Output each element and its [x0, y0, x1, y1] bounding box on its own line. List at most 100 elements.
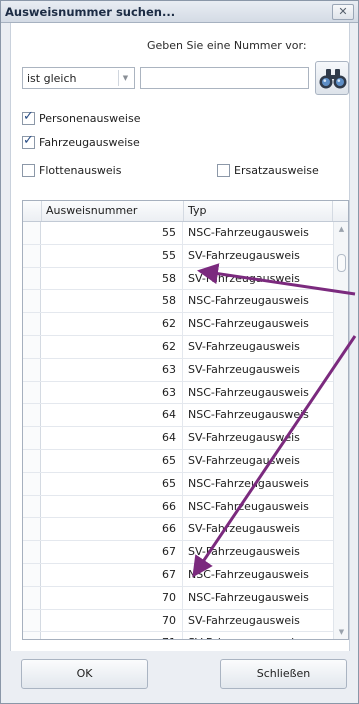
row-indicator[interactable] [23, 404, 41, 427]
table-row[interactable]: 55 SV-Fahrzeugausweis [23, 244, 333, 268]
row-indicator[interactable] [23, 222, 41, 244]
cell-typ[interactable]: SV-Fahrzeugausweis [184, 632, 333, 639]
personenausweise-checkbox[interactable]: Personenausweise [22, 109, 141, 126]
cell-typ[interactable]: NSC-Fahrzeugausweis [184, 404, 333, 426]
cell-typ[interactable]: NSC-Fahrzeugausweis [184, 496, 333, 518]
table-row[interactable]: 58 NSC-Fahrzeugausweis [23, 290, 333, 314]
cell-ausweisnummer[interactable]: 67 [42, 563, 183, 586]
cell-ausweisnummer[interactable]: 58 [42, 267, 183, 290]
cell-typ[interactable]: NSC-Fahrzeugausweis [184, 587, 333, 609]
row-indicator[interactable] [23, 495, 41, 518]
cell-typ[interactable]: SV-Fahrzeugausweis [184, 359, 333, 381]
table-row[interactable]: 65 SV-Fahrzeugausweis [23, 449, 333, 473]
number-input[interactable] [140, 67, 309, 89]
table-row[interactable]: 65 NSC-Fahrzeugausweis [23, 472, 333, 496]
row-indicator[interactable] [23, 381, 41, 404]
row-indicator[interactable] [23, 449, 41, 472]
row-indicator-header [23, 201, 42, 221]
cell-typ[interactable]: SV-Fahrzeugausweis [184, 541, 333, 563]
table-row[interactable]: 70 SV-Fahrzeugausweis [23, 609, 333, 633]
cell-ausweisnummer[interactable]: 71 [42, 632, 183, 639]
table-row[interactable]: 67 SV-Fahrzeugausweis [23, 541, 333, 564]
row-indicator[interactable] [23, 632, 41, 639]
cell-ausweisnummer[interactable]: 66 [42, 495, 183, 518]
table-row[interactable]: 71SV-Fahrzeugausweis [23, 632, 333, 639]
cell-ausweisnummer[interactable]: 63 [42, 381, 183, 404]
ersatzausweise-checkbox[interactable]: Ersatzausweise [217, 162, 319, 178]
scroll-thumb[interactable] [337, 254, 346, 272]
table-row[interactable]: 55 NSC-Fahrzeugausweis [23, 222, 333, 245]
row-indicator[interactable] [23, 335, 41, 358]
cell-typ[interactable]: NSC-Fahrzeugausweis [184, 290, 333, 312]
table-row[interactable]: 67 NSC-Fahrzeugausweis [23, 563, 333, 587]
fahrzeugausweise-check[interactable] [22, 133, 35, 149]
flottenausweis-check[interactable] [22, 163, 35, 177]
cell-ausweisnummer[interactable]: 64 [42, 427, 183, 449]
row-indicator[interactable] [23, 290, 41, 313]
personenausweise-label: Personenausweise [39, 111, 141, 125]
row-indicator[interactable] [23, 358, 41, 381]
scroll-down-arrow-icon[interactable]: ▼ [334, 625, 348, 639]
cell-typ[interactable]: SV-Fahrzeugausweis [184, 245, 333, 267]
cell-typ[interactable]: SV-Fahrzeugausweis [184, 450, 333, 472]
cell-ausweisnummer[interactable]: 55 [42, 244, 183, 267]
ok-button[interactable]: OK [21, 659, 148, 689]
close-button[interactable]: Schließen [220, 659, 347, 689]
close-window-button[interactable]: ✕ [332, 4, 354, 20]
cell-ausweisnummer[interactable]: 70 [42, 609, 183, 632]
table-row[interactable]: 64 SV-Fahrzeugausweis [23, 427, 333, 450]
column-header-typ[interactable]: Typ [184, 201, 333, 221]
table-row[interactable]: 62 NSC-Fahrzeugausweis [23, 313, 333, 336]
column-header-ausweisnummer[interactable]: Ausweisnummer [42, 201, 184, 221]
row-indicator[interactable] [23, 267, 41, 290]
cell-typ[interactable]: NSC-Fahrzeugausweis [184, 473, 333, 495]
window-title: Ausweisnummer suchen... [5, 5, 176, 19]
row-indicator[interactable] [23, 586, 41, 609]
vertical-scrollbar[interactable]: ▲ ▼ [333, 222, 348, 639]
row-indicator[interactable] [23, 609, 41, 632]
cell-ausweisnummer[interactable]: 65 [42, 472, 183, 495]
row-indicator[interactable] [23, 472, 41, 495]
row-indicator[interactable] [23, 518, 41, 541]
cell-ausweisnummer[interactable]: 58 [42, 290, 183, 313]
cell-typ[interactable]: NSC-Fahrzeugausweis [184, 564, 333, 586]
fahrzeugausweise-checkbox[interactable]: Fahrzeugausweise [22, 133, 140, 150]
row-indicator[interactable] [23, 427, 41, 449]
table-row[interactable]: 63 NSC-Fahrzeugausweis [23, 381, 333, 405]
cell-typ[interactable]: SV-Fahrzeugausweis [184, 268, 333, 290]
cell-ausweisnummer[interactable]: 64 [42, 404, 183, 427]
table-row[interactable]: 62 SV-Fahrzeugausweis [23, 335, 333, 359]
cell-typ[interactable]: SV-Fahrzeugausweis [184, 610, 333, 632]
cell-typ[interactable]: SV-Fahrzeugausweis [184, 427, 333, 449]
table-row[interactable]: 66 NSC-Fahrzeugausweis [23, 495, 333, 519]
table-row[interactable]: 66 SV-Fahrzeugausweis [23, 518, 333, 542]
cell-typ[interactable]: NSC-Fahrzeugausweis [184, 382, 333, 404]
personenausweise-check[interactable] [22, 109, 35, 125]
cell-ausweisnummer[interactable]: 55 [42, 222, 183, 244]
cell-typ[interactable]: NSC-Fahrzeugausweis [184, 313, 333, 335]
cell-ausweisnummer[interactable]: 62 [42, 313, 183, 335]
table-row[interactable]: 64 NSC-Fahrzeugausweis [23, 404, 333, 428]
cell-ausweisnummer[interactable]: 66 [42, 518, 183, 541]
cell-ausweisnummer[interactable]: 65 [42, 449, 183, 472]
cell-typ[interactable]: NSC-Fahrzeugausweis [184, 222, 333, 244]
table-row[interactable]: 58 SV-Fahrzeugausweis [23, 267, 333, 291]
ersatzausweise-check[interactable] [217, 163, 230, 177]
cell-typ[interactable]: SV-Fahrzeugausweis [184, 518, 333, 540]
search-button[interactable] [315, 61, 349, 95]
operator-dropdown[interactable]: ist gleich ▼ [22, 67, 135, 89]
table-row[interactable]: 63 SV-Fahrzeugausweis [23, 358, 333, 382]
row-indicator[interactable] [23, 541, 41, 563]
cell-ausweisnummer[interactable]: 63 [42, 358, 183, 381]
cell-typ[interactable]: SV-Fahrzeugausweis [184, 336, 333, 358]
row-indicator[interactable] [23, 313, 41, 335]
table-row[interactable]: 70 NSC-Fahrzeugausweis [23, 586, 333, 610]
scroll-up-arrow-icon[interactable]: ▲ [334, 222, 348, 236]
row-indicator[interactable] [23, 244, 41, 267]
cell-ausweisnummer[interactable]: 62 [42, 335, 183, 358]
cell-ausweisnummer[interactable]: 70 [42, 586, 183, 609]
row-indicator[interactable] [23, 563, 41, 586]
flottenausweis-checkbox[interactable]: Flottenausweis [22, 162, 121, 178]
chevron-down-icon[interactable]: ▼ [118, 70, 132, 86]
cell-ausweisnummer[interactable]: 67 [42, 541, 183, 563]
